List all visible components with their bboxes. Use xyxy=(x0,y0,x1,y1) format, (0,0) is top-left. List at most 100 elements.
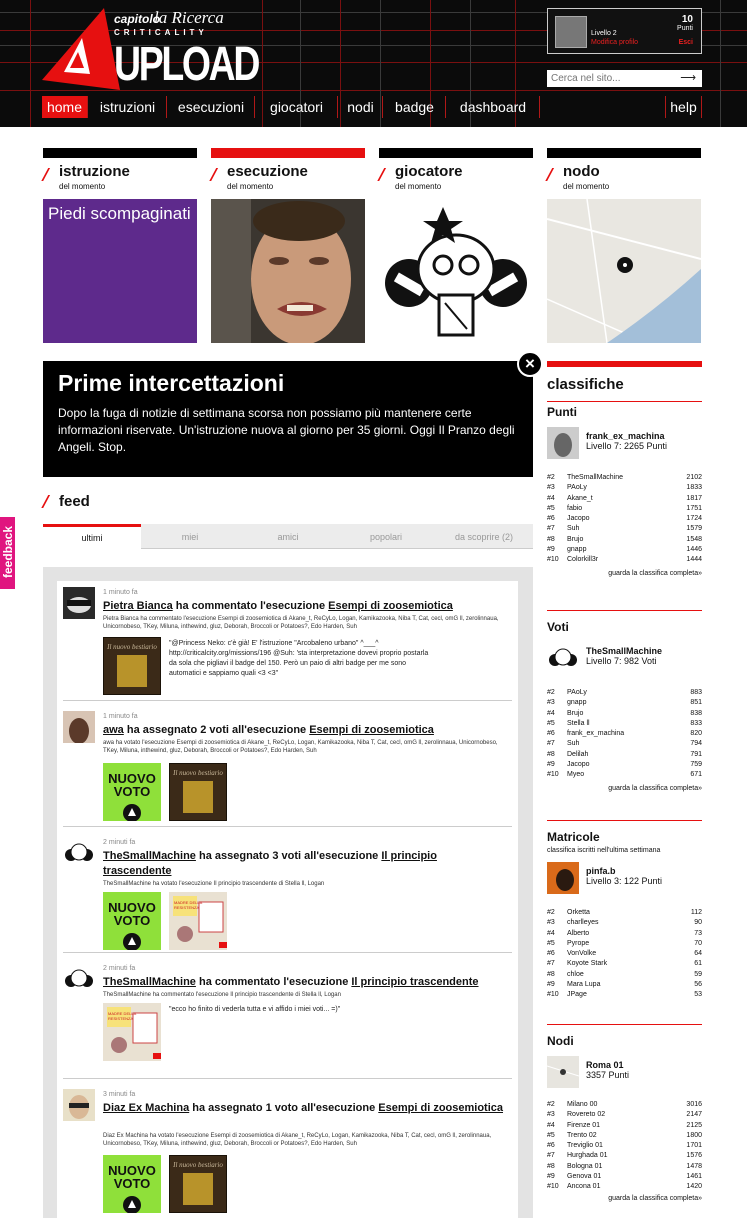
nav-dashboard[interactable]: dashboard xyxy=(447,96,540,118)
user-avatar[interactable] xyxy=(555,16,587,48)
edit-profile-link[interactable]: Modifica profilo xyxy=(591,39,638,46)
nav-esecuzioni[interactable]: esecuzioni xyxy=(168,96,255,118)
ranking-row[interactable]: #10 JPage 53 xyxy=(547,990,702,1000)
nav-giocatori[interactable]: giocatori xyxy=(256,96,338,118)
ranking-row[interactable]: #7 Koyote Stark 61 xyxy=(547,959,702,969)
feed-user-link[interactable]: awa xyxy=(103,724,124,736)
search-arrow-icon[interactable]: ⟶ xyxy=(680,71,696,84)
ranking-leader[interactable]: pinfa.b Livello 3: 122 Punti xyxy=(547,862,702,896)
feed-time: 1 minuto fa xyxy=(103,713,138,720)
ranking-row[interactable]: #6 Treviglio 01 1701 xyxy=(547,1141,702,1151)
card-istruzione[interactable]: // istruzione del momento Piedi scompagi… xyxy=(43,148,197,343)
tab-ultimi[interactable]: ultimi xyxy=(43,524,141,549)
user-avatar[interactable] xyxy=(63,837,95,869)
ranking-row[interactable]: #3 charlleyes 90 xyxy=(547,918,702,928)
ranking-row[interactable]: #10 Ancona 01 1420 xyxy=(547,1182,702,1192)
nav-badge[interactable]: badge xyxy=(384,96,446,118)
ranking-row[interactable]: #8 Delilah 791 xyxy=(547,750,702,760)
nav-nodi[interactable]: nodi xyxy=(339,96,383,118)
ranking-row[interactable]: #5 Pyrope 70 xyxy=(547,939,702,949)
nav-help[interactable]: help xyxy=(665,96,702,118)
close-icon[interactable]: × xyxy=(517,351,543,377)
card-giocatore[interactable]: // giocatore del momento xyxy=(379,148,533,343)
tab-amici[interactable]: amici xyxy=(239,524,337,549)
nodo-map[interactable] xyxy=(547,199,701,343)
feed-user-link[interactable]: Diaz Ex Machina xyxy=(103,1102,189,1114)
ranking-row[interactable]: #5 Stella ll 833 xyxy=(547,719,702,729)
full-ranking-link[interactable]: guarda la classifica completa» xyxy=(547,785,702,792)
istruzione-image[interactable]: Piedi scompaginati xyxy=(43,199,197,343)
ranking-row[interactable]: #2 Milano 00 3016 xyxy=(547,1100,702,1110)
user-avatar[interactable] xyxy=(63,587,95,619)
book-thumbnail[interactable]: Il nuovo bestiario xyxy=(169,1155,227,1213)
ranking-row[interactable]: #6 Jacopo 1724 xyxy=(547,514,702,524)
card-nodo[interactable]: // nodo del momento xyxy=(547,148,701,343)
nav-istruzioni[interactable]: istruzioni xyxy=(89,96,167,118)
feed-target-link[interactable]: Esempi di zoosemiotica xyxy=(378,1102,503,1114)
ranking-row[interactable]: #9 Jacopo 759 xyxy=(547,760,702,770)
ranking-row[interactable]: #10 Myeo 671 xyxy=(547,770,702,780)
ranking-position: #2 xyxy=(547,1101,555,1108)
feed-container: 1 minuto fa Pietra Bianca ha commentato … xyxy=(43,567,533,1221)
ranking-row[interactable]: #9 Mara Lupa 56 xyxy=(547,980,702,990)
ranking-row[interactable]: #8 Brujo 1548 xyxy=(547,535,702,545)
ranking-leader[interactable]: frank_ex_machina Livello 7: 2265 Punti xyxy=(547,427,702,461)
ranking-row[interactable]: #8 Bologna 01 1478 xyxy=(547,1162,702,1172)
full-ranking-link[interactable]: guarda la classifica completa» xyxy=(547,1195,702,1202)
ranking-row[interactable]: #9 Genova 01 1461 xyxy=(547,1172,702,1182)
full-ranking-link[interactable]: guarda la classifica completa» xyxy=(547,570,702,577)
ranking-row[interactable]: #2 Orketta 112 xyxy=(547,908,702,918)
feed-tabs: ultimi miei amici popolari da scoprire (… xyxy=(43,524,533,549)
ranking-row[interactable]: #3 gnapp 851 xyxy=(547,698,702,708)
ranking-row[interactable]: #6 frank_ex_machina 820 xyxy=(547,729,702,739)
nav-home[interactable]: home xyxy=(42,96,88,118)
ranking-row[interactable]: #2 PAoLy 883 xyxy=(547,688,702,698)
ranking-row[interactable]: #3 Rovereto 02 2147 xyxy=(547,1110,702,1120)
tab-da-scoprire[interactable]: da scoprire (2) xyxy=(435,524,533,549)
nuovo-voto-badge[interactable]: NUOVO VOTO xyxy=(103,763,161,821)
tab-miei[interactable]: miei xyxy=(141,524,239,549)
ranking-row[interactable]: #4 Akane_t 1817 xyxy=(547,494,702,504)
ranking-row[interactable]: #7 Hurghada 01 1576 xyxy=(547,1151,702,1161)
user-avatar[interactable] xyxy=(63,711,95,744)
ranking-row[interactable]: #6 VonVolke 64 xyxy=(547,949,702,959)
ranking-row[interactable]: #8 chloe 59 xyxy=(547,970,702,980)
ranking-row[interactable]: #3 PAoLy 1833 xyxy=(547,483,702,493)
esecuzione-photo[interactable] xyxy=(211,199,365,343)
ranking-row[interactable]: #4 Alberto 73 xyxy=(547,929,702,939)
giocatore-avatar[interactable] xyxy=(379,199,533,343)
ranking-row[interactable]: #9 gnapp 1446 xyxy=(547,545,702,555)
feed-user-link[interactable]: TheSmallMachine xyxy=(103,850,196,862)
ranking-row[interactable]: #4 Firenze 01 2125 xyxy=(547,1121,702,1131)
user-avatar[interactable] xyxy=(63,963,95,995)
user-avatar[interactable] xyxy=(63,1089,95,1121)
search-input[interactable] xyxy=(547,70,672,87)
card-esecuzione[interactable]: // esecuzione del momento xyxy=(211,148,365,343)
ranking-row[interactable]: #2 TheSmallMachine 2102 xyxy=(547,473,702,483)
ranking-row[interactable]: #10 Colorkill3r 1444 xyxy=(547,555,702,565)
nuovo-voto-badge[interactable]: NUOVO VOTO xyxy=(103,1155,161,1213)
ranking-row[interactable]: #4 Brujo 838 xyxy=(547,709,702,719)
book-thumbnail[interactable]: Il nuovo bestiario xyxy=(169,763,227,821)
divider xyxy=(547,401,702,402)
ranking-row[interactable]: #5 fabio 1751 xyxy=(547,504,702,514)
tab-popolari[interactable]: popolari xyxy=(337,524,435,549)
feed-user-link[interactable]: TheSmallMachine xyxy=(103,976,196,988)
ranking-score: 1548 xyxy=(686,535,702,543)
feed-user-link[interactable]: Pietra Bianca xyxy=(103,600,173,612)
feed-target-link[interactable]: Il principio trascendente xyxy=(351,976,478,988)
ranking-row[interactable]: #7 Suh 794 xyxy=(547,739,702,749)
feed-target-link[interactable]: Esempi di zoosemiotica xyxy=(328,600,453,612)
execution-thumbnail[interactable]: MADRE DELLA RESISTENZA xyxy=(103,1003,161,1061)
site-logo[interactable]: capitolo la Ricerca CRITICALITY UPLOAD xyxy=(42,8,260,91)
logout-link[interactable]: Esci xyxy=(679,39,693,46)
ranking-row[interactable]: #5 Trento 02 1800 xyxy=(547,1131,702,1141)
feedback-tab[interactable]: feedback xyxy=(0,517,15,589)
nuovo-voto-badge[interactable]: NUOVO VOTO xyxy=(103,892,161,950)
ranking-leader[interactable]: TheSmallMachine Livello 7: 982 Voti xyxy=(547,642,702,676)
ranking-leader[interactable]: Roma 01 3357 Punti xyxy=(546,1056,702,1090)
ranking-row[interactable]: #7 Suh 1579 xyxy=(547,524,702,534)
book-thumbnail[interactable]: Il nuovo bestiario xyxy=(103,637,161,695)
feed-target-link[interactable]: Esempi di zoosemiotica xyxy=(309,724,434,736)
execution-thumbnail[interactable]: MADRE DELLA RESISTENZA xyxy=(169,892,227,950)
